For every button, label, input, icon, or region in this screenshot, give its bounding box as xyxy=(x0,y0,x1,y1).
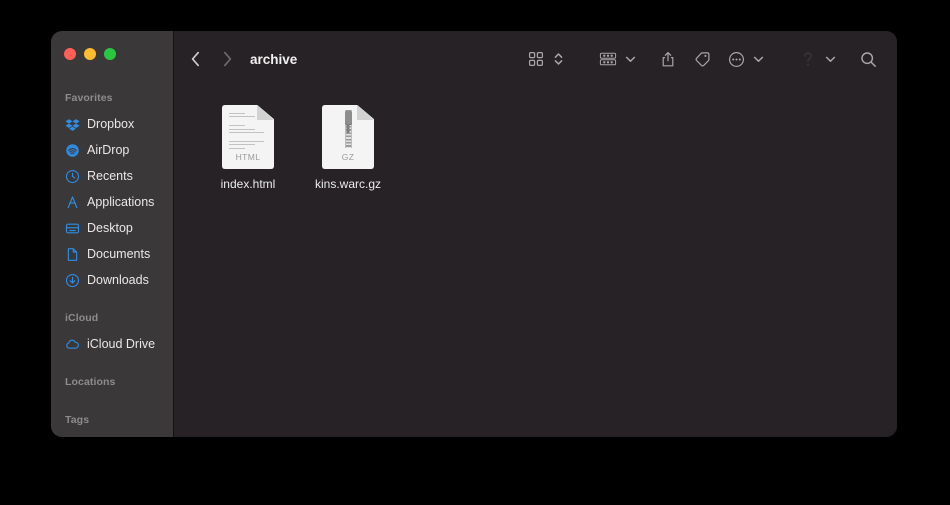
sidebar-item-label: Recents xyxy=(87,169,133,183)
sidebar-item-recents[interactable]: Recents xyxy=(57,163,167,189)
sidebar-item-label: iCloud Drive xyxy=(87,337,156,351)
search-icon[interactable] xyxy=(855,46,881,72)
sidebar-item-label: Desktop xyxy=(87,221,133,235)
sidebar-item-label: Documents xyxy=(87,247,151,261)
view-mode-group xyxy=(523,46,565,72)
group-icon[interactable] xyxy=(595,46,621,72)
close-button[interactable] xyxy=(64,48,76,60)
document-preview-lines xyxy=(229,113,265,149)
zipper-icon xyxy=(344,110,353,148)
sidebar-item-applications[interactable]: Applications xyxy=(57,189,167,215)
airdrop-icon xyxy=(65,143,80,158)
chevron-down-icon[interactable] xyxy=(752,47,765,71)
maximize-button[interactable] xyxy=(104,48,116,60)
download-icon xyxy=(65,273,80,288)
dropbox-icon xyxy=(65,117,80,132)
page-title: archive xyxy=(250,51,298,67)
sidebar-item-label: Downloads xyxy=(87,273,149,287)
sidebar: Favorites Dropbox AirDrop Recents Applic… xyxy=(51,31,174,437)
desktop-icon xyxy=(65,221,80,236)
sidebar-section-favorites: Favorites xyxy=(65,92,113,104)
clock-icon xyxy=(65,169,80,184)
sidebar-item-desktop[interactable]: Desktop xyxy=(57,215,167,241)
sidebar-item-dropbox[interactable]: Dropbox xyxy=(57,111,167,137)
sidebar-item-label: Dropbox xyxy=(87,117,135,131)
sidebar-list: Favorites Dropbox AirDrop Recents Applic… xyxy=(51,83,173,437)
share-icon[interactable] xyxy=(655,46,681,72)
chevron-down-icon[interactable] xyxy=(624,47,637,71)
applications-icon xyxy=(65,195,80,210)
document-icon xyxy=(65,247,80,262)
file-grid[interactable]: HTML index.html GZ kins.warc.gz xyxy=(174,87,897,437)
chevron-updown-icon[interactable] xyxy=(552,47,565,71)
chevron-down-icon[interactable] xyxy=(824,47,837,71)
file-name-label: index.html xyxy=(220,177,276,191)
file-item[interactable]: GZ kins.warc.gz xyxy=(298,105,398,192)
minimize-button[interactable] xyxy=(84,48,96,60)
more-actions-group xyxy=(723,46,765,72)
tag-icon[interactable] xyxy=(689,46,715,72)
sidebar-item-documents[interactable]: Documents xyxy=(57,241,167,267)
file-kind-label: GZ xyxy=(341,152,355,162)
sidebar-section-tags: Tags xyxy=(65,414,90,426)
main-panel: archive HTML index.html GZ kins.warc.gz xyxy=(174,31,897,437)
file-name-label: kins.warc.gz xyxy=(314,177,382,191)
sidebar-section-icloud: iCloud xyxy=(65,312,99,324)
group-items-group xyxy=(595,46,637,72)
gz-file-icon: GZ xyxy=(322,105,374,169)
sidebar-item-airdrop[interactable]: AirDrop xyxy=(57,137,167,163)
back-button[interactable] xyxy=(184,47,206,71)
cloud-icon xyxy=(65,337,80,352)
html-file-icon: HTML xyxy=(222,105,274,169)
navigation-buttons xyxy=(184,47,238,71)
dimmed-icon[interactable] xyxy=(795,46,821,72)
sidebar-item-icloud-drive[interactable]: iCloud Drive xyxy=(57,331,167,357)
sidebar-item-label: AirDrop xyxy=(87,143,130,157)
dimmed-action-group xyxy=(795,46,837,72)
file-item[interactable]: HTML index.html xyxy=(198,105,298,192)
finder-window: Favorites Dropbox AirDrop Recents Applic… xyxy=(51,31,897,437)
ellipsis-circle-icon[interactable] xyxy=(723,46,749,72)
traffic-lights xyxy=(64,48,116,60)
toolbar: archive xyxy=(174,31,897,87)
sidebar-section-locations: Locations xyxy=(65,376,116,388)
sidebar-item-downloads[interactable]: Downloads xyxy=(57,267,167,293)
file-kind-label: HTML xyxy=(235,152,261,162)
grid-icon[interactable] xyxy=(523,46,549,72)
forward-button[interactable] xyxy=(216,47,238,71)
sidebar-item-label: Applications xyxy=(87,195,155,209)
